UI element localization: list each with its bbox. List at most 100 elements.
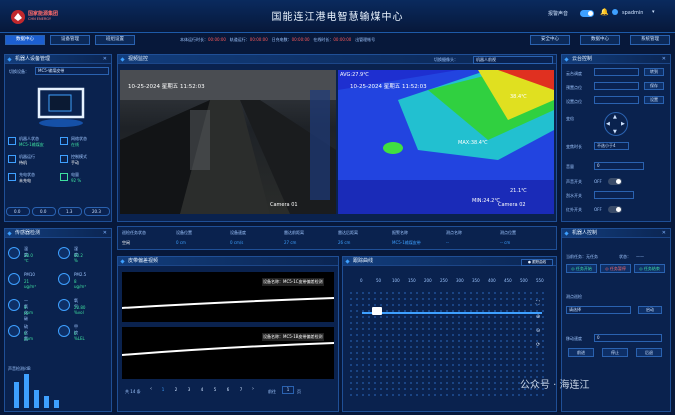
axis-tick: 200 (424, 278, 432, 283)
task-end-button[interactable]: ◎ 任务结束 (634, 264, 665, 273)
axis-tick: 250 (440, 278, 448, 283)
zoom-in-icon[interactable]: ⊕ (536, 314, 540, 320)
prev-page-icon[interactable]: ‹ (150, 386, 156, 394)
axis-tick: 150 (408, 278, 416, 283)
sensor-panel-title: 传感器检测 ✕ (5, 229, 111, 238)
fullscreen-icon[interactable]: ⛶ (536, 300, 540, 306)
wiper-select[interactable] (594, 191, 634, 199)
belt-label-2: 设备名称：MC5-1B皮带偏差检测 (262, 333, 324, 341)
watermark: 公众号 · 海连江 (520, 380, 590, 391)
ir-toggle[interactable] (608, 206, 622, 213)
track-line (362, 312, 542, 314)
axis-tick: 350 (472, 278, 480, 283)
point-select[interactable]: 请选择 (566, 306, 631, 314)
cam2-timestamp: 10-25-2024 星期五 11:52:03 (350, 84, 427, 90)
track-button[interactable]: ● 跟踪曲线 (521, 259, 553, 266)
gimbal-row-label: 设置点位 (566, 99, 582, 104)
control-panel-title: 机器人控制 ✕ (562, 229, 670, 238)
axis-tick: 450 (504, 278, 512, 283)
sensor-icon (58, 247, 70, 259)
page-number[interactable]: 5 (210, 386, 220, 394)
stop-button[interactable]: 停止 (602, 348, 628, 357)
page-number[interactable]: 2 (171, 386, 181, 394)
camera-feed-2[interactable]: AVG:27.9℃ 10-25-2024 星期五 11:52:03 38.4℃ … (338, 70, 554, 214)
network-icon (60, 137, 68, 145)
sensor-icon (8, 247, 20, 259)
user-name[interactable]: spadmin (622, 10, 643, 16)
set-select[interactable] (594, 96, 639, 104)
camera-feed-1[interactable]: 10-25-2024 星期五 11:52:03 Camera 01 (120, 70, 336, 214)
stat-value: 在线 (71, 142, 79, 147)
back-button[interactable]: 后退 (636, 348, 662, 357)
run-icon (8, 155, 16, 163)
table-header: 报警名称 (392, 230, 408, 235)
table-cell: -- (446, 240, 449, 245)
page-number[interactable]: 4 (197, 386, 207, 394)
table-header: 雷达后距离 (338, 230, 358, 235)
focus-select[interactable]: 不选小于4 (594, 142, 629, 150)
noise-chart (14, 374, 59, 408)
gimbal-select[interactable] (594, 68, 639, 76)
chevron-down-icon[interactable]: ▾ (652, 9, 655, 15)
cam1-timestamp: 10-25-2024 星期五 11:52:03 (128, 84, 205, 90)
cam2-avg: AVG:27.9℃ (340, 72, 369, 78)
preset-select[interactable] (594, 82, 639, 90)
page-number[interactable]: 3 (184, 386, 194, 394)
robot-image (37, 87, 85, 127)
alarm-label: 报警声音 (548, 11, 569, 17)
tab-device[interactable]: 设备管理 (50, 35, 90, 45)
tab-security[interactable]: 安全中心 (530, 35, 570, 45)
belt-feed-2[interactable]: 设备名称：MC5-1B皮带偏差检测 (122, 327, 334, 379)
device-select[interactable]: MC5-输煤皮带 (35, 67, 109, 75)
start-button[interactable]: 启动 (638, 306, 662, 314)
gimbal-panel-title: 云台控制 ✕ (562, 55, 670, 64)
table-cell: 26 cm (338, 240, 351, 245)
tab-team[interactable]: 班组设置 (95, 35, 135, 45)
goto-input[interactable]: 1 (282, 386, 294, 394)
tab-system[interactable]: 系统管理 (630, 35, 670, 45)
task-start-button[interactable]: ◎ 任务开始 (566, 264, 597, 273)
cam2-lo: 21.1℃ (510, 188, 527, 194)
arrow-up-icon[interactable]: ▲ (613, 114, 617, 120)
arrow-left-icon[interactable]: ◀ (606, 121, 610, 127)
avatar[interactable] (612, 9, 618, 15)
camera-select[interactable]: 机器人前视 (473, 56, 553, 64)
task-pause-button[interactable]: ◎ 任务暂停 (600, 264, 631, 273)
page-number[interactable]: 6 (223, 386, 233, 394)
belt-feed-1[interactable]: 设备名称：MC5-1C皮带偏差检测 (122, 272, 334, 322)
next-page-icon[interactable]: › (252, 386, 258, 394)
axis-tick: 500 (520, 278, 528, 283)
cam2-tag: Camera 02 (498, 202, 526, 208)
sensor-icon (8, 325, 20, 337)
set-button[interactable]: 设置 (644, 96, 664, 104)
gimbal-row-label: 预置点位 (566, 85, 582, 90)
reset-icon[interactable]: ⟳ (536, 342, 540, 348)
camera-select-label: 切换摄像头： (434, 57, 458, 62)
alarm-toggle[interactable] (580, 10, 594, 17)
page-number[interactable]: 7 (236, 386, 246, 394)
sensor-value: 8 ug/m³ (74, 279, 86, 289)
volume-label: 音量 (566, 164, 574, 169)
gimbal-row-label: 云台调度 (566, 71, 582, 76)
move-input[interactable]: 0 (594, 334, 662, 342)
volume-input[interactable]: 0 (594, 162, 644, 170)
table-cell: 0 cm/s (230, 240, 244, 245)
sensor-value: 28.0 ℃ (24, 253, 33, 263)
bell-icon[interactable]: 🔔 (600, 8, 609, 16)
goto-button[interactable]: 转到 (644, 68, 664, 76)
arrow-down-icon[interactable]: ▼ (613, 129, 617, 135)
tab-data[interactable]: 数据中心 (580, 35, 620, 45)
zoom-out-icon[interactable]: ⊖ (536, 328, 540, 334)
pager-total: 共 14 条 (125, 389, 141, 394)
arrow-right-icon[interactable]: ▶ (621, 121, 625, 127)
sound-toggle[interactable] (608, 178, 622, 185)
page-number[interactable]: 1 (158, 386, 168, 394)
sensor-icon (58, 299, 70, 311)
forward-button[interactable]: 前进 (568, 348, 594, 357)
tab-data-center[interactable]: 数据中心 (5, 35, 45, 45)
control-icon (60, 155, 68, 163)
table-header: 设备位置 (176, 230, 192, 235)
battery-icon (60, 173, 68, 181)
task-label: 当前任务：无任务 (566, 254, 598, 259)
save-button[interactable]: 保存 (644, 82, 664, 90)
